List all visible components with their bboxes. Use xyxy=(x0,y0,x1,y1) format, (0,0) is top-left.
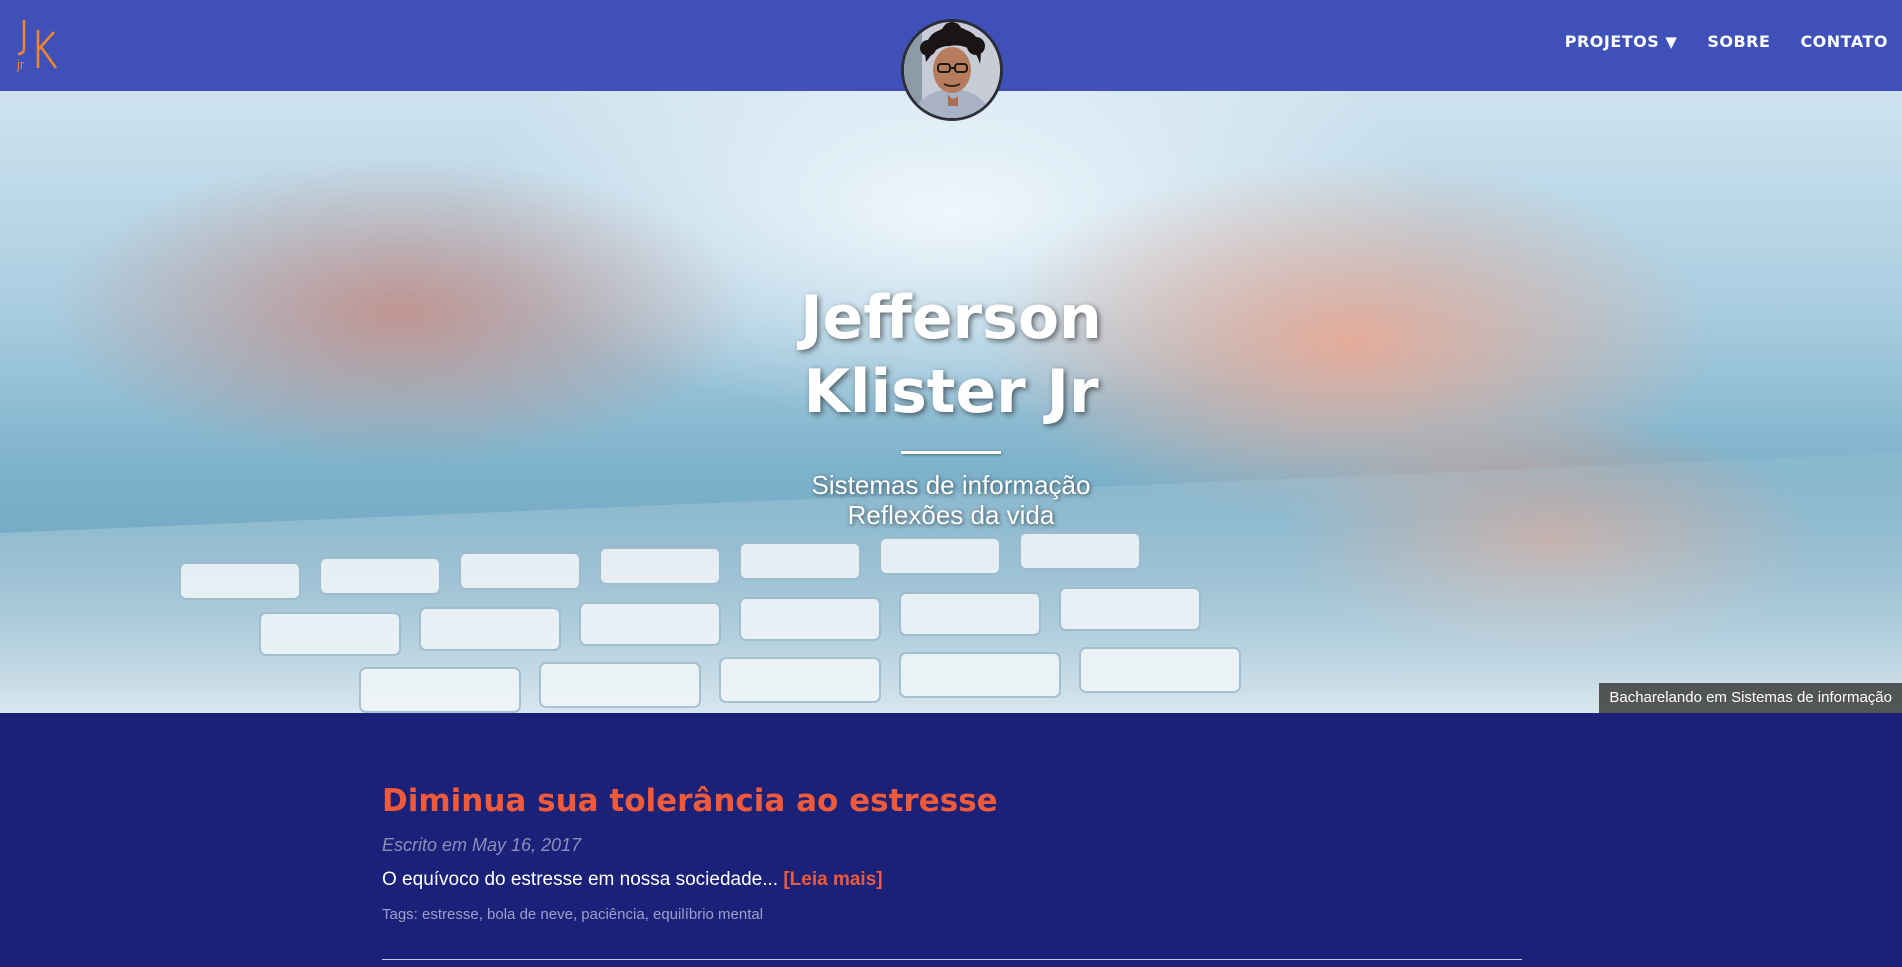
hero-title-line1: Jefferson xyxy=(800,283,1102,353)
logo-jr-text: jr xyxy=(16,57,25,72)
caret-down-icon: ▼ xyxy=(1665,32,1678,51)
post-title-link[interactable]: Diminua sua tolerância ao estresse xyxy=(382,783,998,819)
person-portrait-icon xyxy=(904,22,1000,118)
post-excerpt-text: O equívoco do estresse em nossa sociedad… xyxy=(382,869,779,890)
hero-title-line2: Klister Jr xyxy=(803,357,1099,427)
nav-contato[interactable]: CONTATO xyxy=(1800,32,1888,51)
post-date: Escrito em May 16, 2017 xyxy=(382,835,582,855)
hero-subtitle-line1: Sistemas de informação xyxy=(811,470,1091,500)
nav-projetos-label: PROJETOS xyxy=(1564,32,1660,51)
hero-banner: Jefferson Klister Jr Sistemas de informa… xyxy=(0,91,1902,713)
post-excerpt: O equívoco do estresse em nossa sociedad… xyxy=(382,869,883,891)
jk-logo-icon: jr xyxy=(16,20,58,72)
profile-avatar[interactable] xyxy=(901,19,1003,121)
read-more-link[interactable]: [Leia mais] xyxy=(783,869,882,890)
nav-projetos[interactable]: PROJETOS ▼ xyxy=(1565,32,1678,51)
site-logo[interactable]: jr xyxy=(14,18,64,72)
hero-text-block: Jefferson Klister Jr Sistemas de informa… xyxy=(0,281,1902,530)
hero-subtitle-line2: Reflexões da vida xyxy=(847,500,1055,530)
hero-subtitle: Sistemas de informação Reflexões da vida xyxy=(0,470,1902,530)
main-nav: PROJETOS ▼ SOBRE CONTATO xyxy=(1565,32,1888,51)
hero-title: Jefferson Klister Jr xyxy=(0,281,1902,429)
hero-caption: Bacharelando em Sistemas de informação xyxy=(1599,683,1902,713)
nav-sobre[interactable]: SOBRE xyxy=(1707,32,1770,51)
post-tags: Tags: estresse, bola de neve, paciência,… xyxy=(382,906,764,923)
post-divider xyxy=(382,959,1522,960)
hero-divider xyxy=(901,451,1001,454)
